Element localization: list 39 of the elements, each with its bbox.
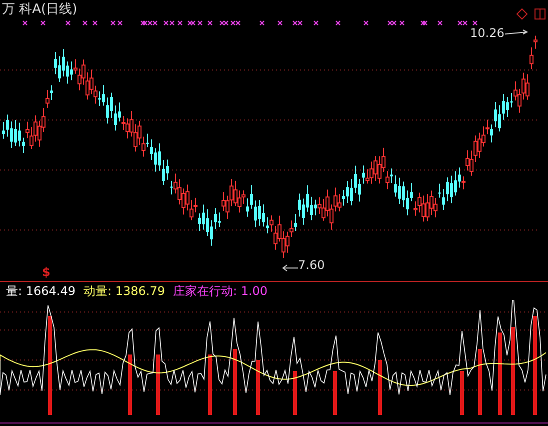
signal-bar [256,360,260,415]
signal-bar [156,354,160,415]
cross-mark [472,20,478,26]
signal-bar [478,349,482,415]
diamond-icon[interactable] [516,8,528,20]
signal-bar [333,371,337,415]
signal-bar [460,371,464,415]
signal-bar [233,349,237,415]
cross-mark [22,20,28,26]
indicator-reading: 量: 1664.49 [6,284,76,300]
cross-mark [438,20,442,26]
cross-mark [110,20,116,26]
cross-mark [82,20,88,26]
cross-mark [278,20,282,26]
signal-bar [378,360,382,415]
cross-mark [260,20,264,26]
cross-mark [208,20,212,26]
cross-mark [198,20,202,26]
cross-mark [118,20,122,26]
cross-mark [364,20,368,26]
cross-mark [40,20,46,26]
cross-mark [66,20,70,26]
cross-mark [178,20,182,26]
leader-line [504,30,528,34]
indicator-reading: 庄家在行动: 1.00 [172,284,268,300]
low-price-label: 7.60 [298,258,325,272]
signal-bar [128,354,132,415]
signal-bar [293,371,297,415]
chart-title: 万 科A(日线) [2,2,78,17]
panel-icon[interactable] [534,8,546,20]
signal-bar [208,354,212,415]
cross-mark [336,20,340,26]
cross-mark [314,20,318,26]
leader-line [282,264,298,272]
indicator-reading: 动量: 1386.79 [83,284,165,300]
high-price-label: 10.26 [470,27,504,40]
cross-mark [400,20,404,26]
cross-mark [92,20,98,26]
signal-mark: $ [42,265,50,279]
